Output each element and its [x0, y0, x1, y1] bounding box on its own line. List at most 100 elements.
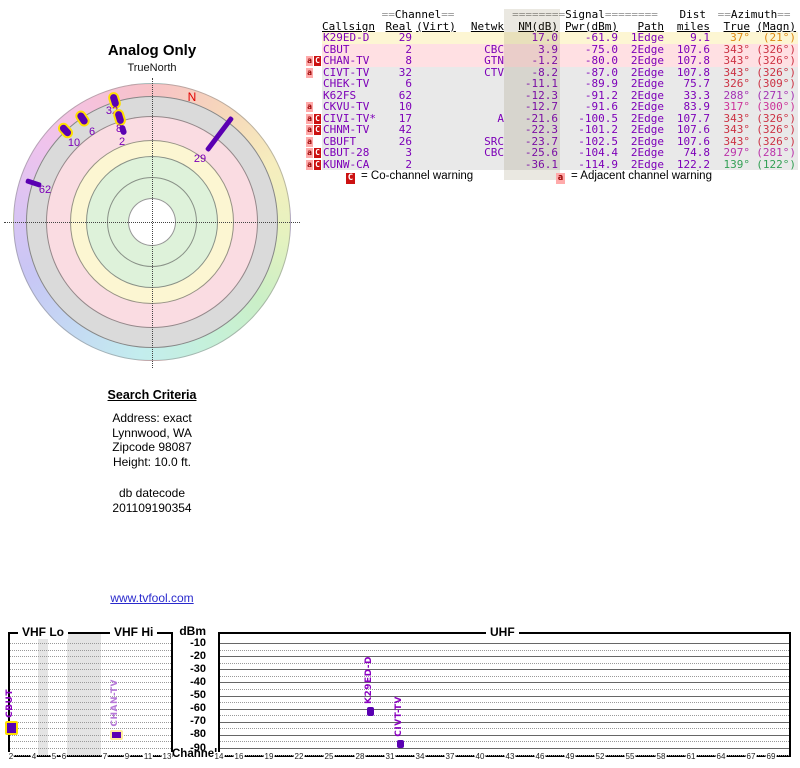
table-row: a C CIVI-TV* 17 A -21.6 -100.5 2Edge 107.7 343° (3… [306, 112, 799, 124]
cell-netwk: SRC [460, 135, 507, 147]
table-row: a C CHNM-TV 42 -22.3 -101.2 2Edge 107.6 343° (326… [306, 124, 799, 136]
channel-tick-label: 46 [534, 752, 546, 761]
table-row: a C CBUT-28 3 CBC -25.6 -104.4 2Edge 74.8 297° (28… [306, 147, 799, 159]
channel-tick-label: 64 [715, 752, 727, 761]
warning-badges-cell: aC [306, 112, 322, 124]
cell-true: 343° [712, 43, 753, 55]
cell-path: 2Edge [620, 101, 667, 113]
cell-true: 343° [712, 55, 753, 67]
col-virt: (Virt) [416, 20, 456, 32]
cell-true: 297° [712, 147, 753, 159]
table-row: K29ED-D 29 17.0 -61.9 1Edge 9.1 37° (21°) [306, 32, 799, 44]
cell-nm: -1.2 [506, 55, 561, 67]
co-channel-badge: C [314, 113, 321, 124]
cell-callsign: CHEK-TV [322, 78, 378, 90]
dbm-tick-label: -60 [190, 702, 206, 715]
adjacent-channel-badge: a [306, 148, 313, 158]
station-table: ==Channel== ========Signal======== Dist … [306, 9, 799, 180]
warning-badges-cell: a [306, 66, 322, 78]
cell-path: 2Edge [620, 135, 667, 147]
gridline-vhf [10, 656, 171, 658]
cell-pwr: -91.6 [560, 101, 621, 113]
dbm-tick-label: -40 [190, 675, 206, 688]
cell-magn: (309°) [752, 78, 799, 90]
channel-tick-label: 4 [30, 752, 38, 761]
cell-netwk: CBC [460, 43, 507, 55]
cell-nm: -21.6 [506, 112, 561, 124]
cell-virt [414, 78, 461, 90]
channel-tick-label: 2 [7, 752, 15, 761]
cell-real: 42 [378, 124, 414, 136]
adjacent-channel-badge: a [306, 67, 313, 78]
col-pwr: Pwr(dBm) [565, 20, 619, 32]
vhf-lo-label: VHF Lo [18, 625, 68, 639]
cell-virt [414, 32, 461, 44]
cell-netwk [460, 78, 507, 90]
channel-tick-label: 22 [293, 752, 305, 761]
polar-radar-chart: N 32826102962 [4, 74, 300, 370]
table-row: K62FS 62 -12.3 -91.2 2Edge 33.3 288° (271°) [306, 89, 799, 101]
co-channel-badge: C [314, 148, 321, 158]
cell-callsign: K62FS [322, 89, 378, 101]
cell-real: 62 [378, 89, 414, 101]
cell-callsign: KUNW-CA [322, 158, 378, 170]
signal-bar-CIVT-TV [396, 740, 404, 749]
cell-miles: 75.7 [666, 78, 713, 90]
cell-true: 317° [712, 101, 753, 113]
cell-virt [414, 135, 461, 147]
cell-nm: -23.7 [506, 135, 561, 147]
cell-true: 37° [712, 32, 753, 44]
gridline-vhf [10, 721, 171, 723]
cell-virt [414, 112, 461, 124]
search-address: Address: exact [112, 411, 192, 425]
gridline-vhf [10, 643, 171, 644]
gridline-vhf [10, 669, 171, 671]
cell-magn: (326°) [752, 112, 799, 124]
channel-tick-label: 7 [101, 752, 109, 761]
adjacent-channel-legend: a = Adjacent channel warning [556, 170, 712, 184]
co-channel-legend: C = Co-channel warning [346, 170, 473, 184]
warning-badges-cell [306, 32, 322, 44]
channel-group-header: ==Channel== [381, 9, 455, 21]
adjacent-channel-badge: a [306, 159, 313, 170]
cell-nm: 17.0 [506, 32, 561, 44]
cell-nm: 3.9 [506, 43, 561, 55]
gridline-vhf [10, 688, 171, 690]
co-channel-badge-icon: C [346, 173, 355, 184]
cell-real: 26 [378, 135, 414, 147]
gridline-uhf [220, 748, 789, 749]
cell-true: 326° [712, 78, 753, 90]
gridline-uhf [220, 728, 789, 730]
channel-tick-label: 14 [213, 752, 225, 761]
spectrum-gap-band [38, 634, 48, 755]
warning-legend: C = Co-channel warning a = Adjacent channe… [306, 170, 800, 184]
cell-netwk [460, 158, 507, 170]
channel-tick-label: 28 [354, 752, 366, 761]
cell-miles: 33.3 [666, 89, 713, 101]
cell-real: 8 [378, 55, 414, 67]
polar-marker-label-ch6: 6 [88, 126, 96, 138]
signal-bar-label-CIVT-TV: CIVT-TV [394, 696, 404, 738]
db-datecode-value: 201109190354 [112, 500, 192, 515]
cell-true: 343° [712, 66, 753, 78]
table-row: CBUT 2 CBC 3.9 -75.0 2Edge 107.6 343° (326°) [306, 43, 799, 55]
channel-tick-label: 25 [323, 752, 335, 761]
cell-pwr: -104.4 [560, 147, 621, 159]
cell-pwr: -80.0 [560, 55, 621, 67]
table-row: a CBUFT 26 SRC -23.7 -102.5 2Edge 107.6 343° (326… [306, 135, 799, 147]
gridline-vhf [10, 715, 171, 717]
north-mode-label: TrueNorth [127, 62, 177, 74]
cell-real: 10 [378, 101, 414, 113]
tvfool-link[interactable]: www.tvfool.com [110, 591, 193, 605]
table-row: a C CHAN-TV 8 GTN -1.2 -80.0 2Edge 107.8 343° (326… [306, 55, 799, 67]
channel-tick-label: 19 [263, 752, 275, 761]
uhf-label: UHF [486, 625, 519, 639]
gridline-uhf [220, 715, 789, 717]
dbm-tick-label: -30 [190, 662, 206, 675]
channel-tick-label: 67 [745, 752, 757, 761]
channel-tick-label: 6 [60, 752, 68, 761]
gridline-vhf [10, 662, 171, 664]
cell-path: 2Edge [620, 124, 667, 136]
tvfool-report: Analog Only TrueNorth N 32826102962 ==Ch… [0, 0, 800, 768]
cell-miles: 107.7 [666, 112, 713, 124]
